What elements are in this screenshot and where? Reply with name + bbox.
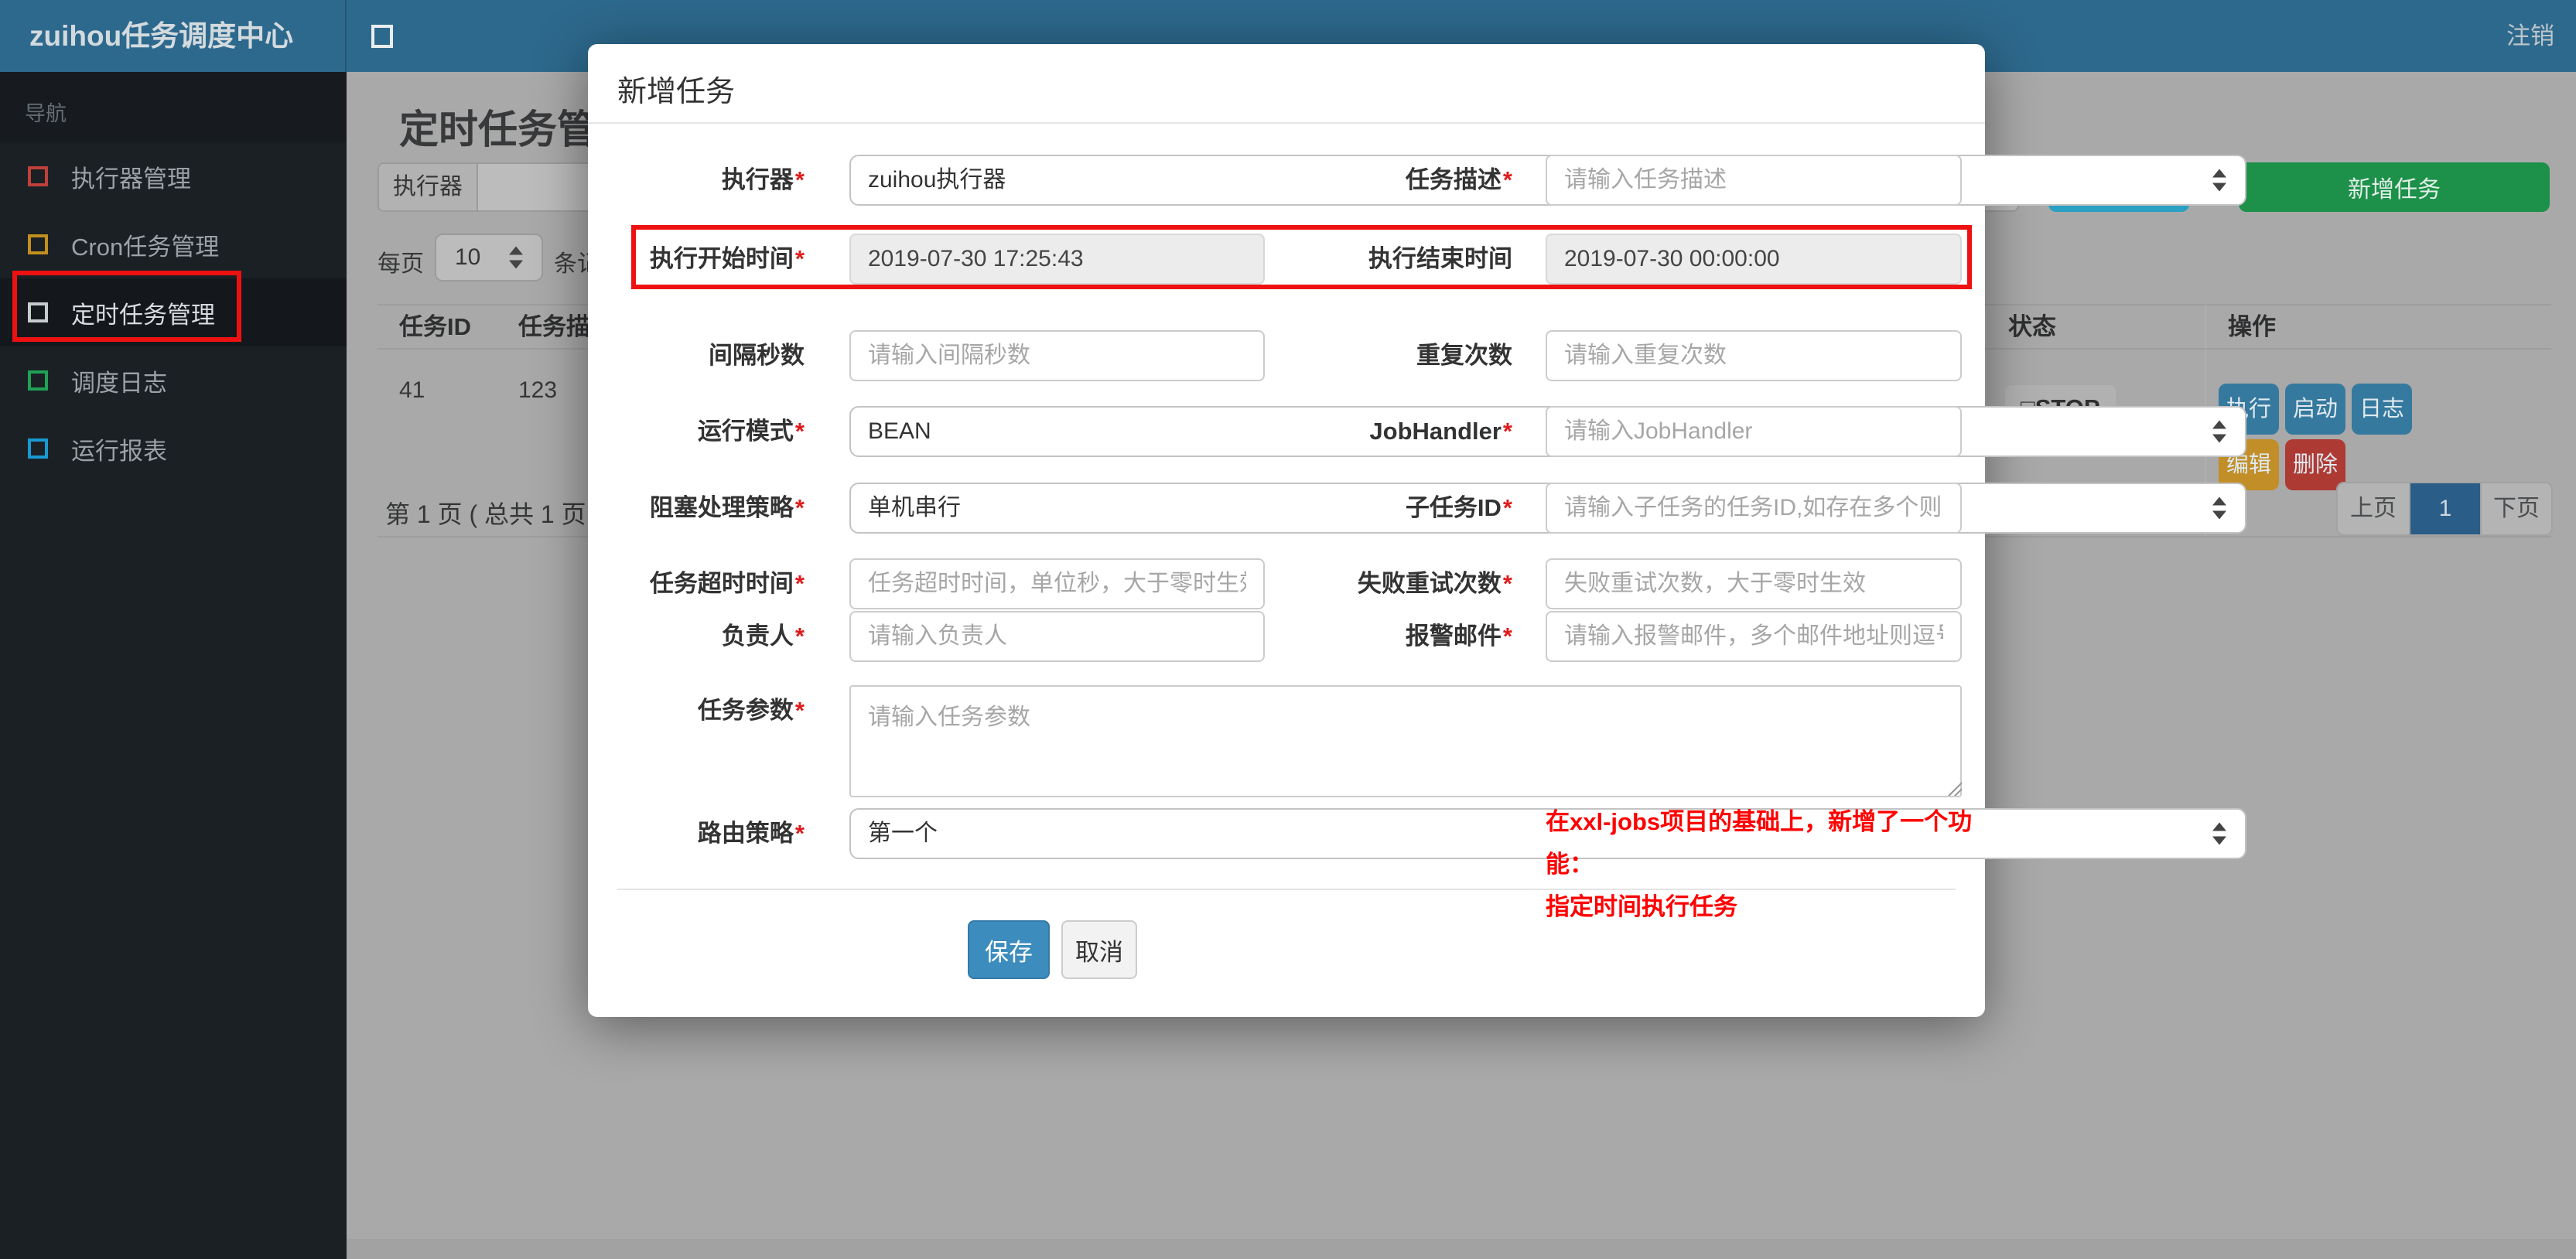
start-button[interactable]: 启动 — [2285, 384, 2345, 435]
block-strategy-label: 阻塞处理策略* — [649, 494, 805, 521]
interval-label: 间隔秒数 — [709, 342, 805, 369]
textarea-resize-handle-icon[interactable] — [1946, 780, 1962, 796]
column-header-job-id: 任务ID — [399, 313, 471, 340]
modal-footer-divider — [617, 889, 1956, 890]
select-arrows-icon — [2212, 169, 2226, 192]
modal-title: 新增任务 — [617, 76, 736, 108]
select-arrows-icon — [2212, 496, 2226, 520]
alarm-email-label: 报警邮件* — [1405, 623, 1512, 650]
feature-note-text: 在xxl-jobs项目的基础上，新增了一个功能： 指定时间执行任务 — [1546, 808, 1973, 920]
sidebar: 导航 执行器管理 Cron任务管理 定时任务管理 调度日志 运行报表 — [0, 72, 347, 1259]
sidebar-item-dispatch-log[interactable]: 调度日志 — [0, 346, 347, 415]
select-arrows-icon — [2212, 420, 2226, 443]
sidebar-item-executor-manage[interactable]: 执行器管理 — [0, 142, 347, 210]
block-strategy-select-value: 单机串行 — [868, 495, 961, 520]
interval-input[interactable] — [849, 330, 1265, 381]
job-handler-input[interactable] — [1546, 406, 1962, 457]
owner-input[interactable] — [849, 611, 1265, 662]
square-icon — [28, 438, 48, 459]
square-icon — [28, 370, 48, 391]
description-input[interactable] — [1546, 155, 1962, 206]
pagination: 上页 1 下页 — [2336, 482, 2553, 536]
route-strategy-select-value: 第一个 — [868, 821, 938, 846]
retry-input[interactable] — [1546, 558, 1962, 609]
logout-link[interactable]: 注销 — [2506, 0, 2554, 72]
delete-button[interactable]: 删除 — [2285, 439, 2345, 490]
column-header-status: 状态 — [1985, 305, 2205, 348]
select-arrows-icon — [509, 246, 523, 269]
add-job-modal: 新增任务 执行器* zuihou执行器 任务描述* 执行开始时间* 执行结束时间… — [588, 44, 2246, 1017]
repeat-input[interactable] — [1546, 330, 1962, 381]
sidebar-collapse-icon[interactable] — [371, 25, 393, 48]
executor-filter-label: 执行器 — [378, 162, 478, 212]
job-param-label: 任务参数* — [697, 697, 805, 724]
perpage-prefix-label: 每页 — [378, 251, 424, 277]
executor-select-value: zuihou执行器 — [868, 167, 1006, 193]
child-job-label: 子任务ID* — [1405, 494, 1512, 521]
sidebar-item-label: 调度日志 — [71, 369, 167, 397]
save-button[interactable]: 保存 — [968, 920, 1050, 979]
child-job-input[interactable] — [1546, 483, 1962, 534]
app-title: zuihou任务调度中心 — [0, 0, 347, 72]
owner-label: 负责人* — [721, 623, 805, 650]
repeat-label: 重复次数 — [1416, 342, 1512, 369]
sidebar-item-label: 运行报表 — [71, 437, 167, 465]
log-button[interactable]: 日志 — [2352, 384, 2412, 435]
pagination-page-1[interactable]: 1 — [2409, 483, 2480, 534]
sidebar-item-cron-job-manage[interactable]: Cron任务管理 — [0, 210, 347, 278]
square-icon — [28, 166, 48, 186]
retry-label: 失败重试次数* — [1357, 570, 1512, 597]
perpage-select[interactable]: 10 — [435, 234, 543, 281]
executor-label: 执行器* — [721, 166, 805, 193]
job-handler-label: JobHandler* — [1369, 418, 1512, 445]
square-icon — [28, 234, 48, 254]
add-job-button[interactable]: 新增任务 — [2239, 162, 2550, 212]
nav-header: 导航 — [0, 72, 347, 142]
annotation-box-sidebar — [12, 271, 241, 342]
sidebar-item-run-report[interactable]: 运行报表 — [0, 415, 347, 483]
run-mode-select-value: BEAN — [868, 418, 931, 444]
timeout-input[interactable] — [849, 558, 1265, 609]
perpage-value: 10 — [455, 244, 481, 270]
column-header-actions: 操作 — [2205, 305, 2551, 348]
cancel-button[interactable]: 取消 — [1061, 920, 1137, 979]
run-mode-label: 运行模式* — [697, 418, 805, 445]
description-label: 任务描述* — [1405, 166, 1512, 193]
timeout-label: 任务超时时间* — [649, 570, 805, 597]
job-param-textarea[interactable] — [849, 685, 1962, 797]
alarm-email-input[interactable] — [1546, 611, 1962, 662]
sidebar-item-label: 执行器管理 — [71, 165, 191, 193]
pagination-prev[interactable]: 上页 — [2338, 483, 2409, 534]
select-arrows-icon — [2212, 822, 2226, 845]
annotation-box-dates — [631, 225, 1972, 289]
pagination-next[interactable]: 下页 — [2480, 483, 2551, 534]
route-strategy-label: 路由策略* — [697, 820, 805, 847]
page-bottom-strip — [347, 1239, 2576, 1259]
sidebar-item-label: Cron任务管理 — [71, 233, 220, 261]
modal-header: 新增任务 — [588, 44, 1985, 124]
